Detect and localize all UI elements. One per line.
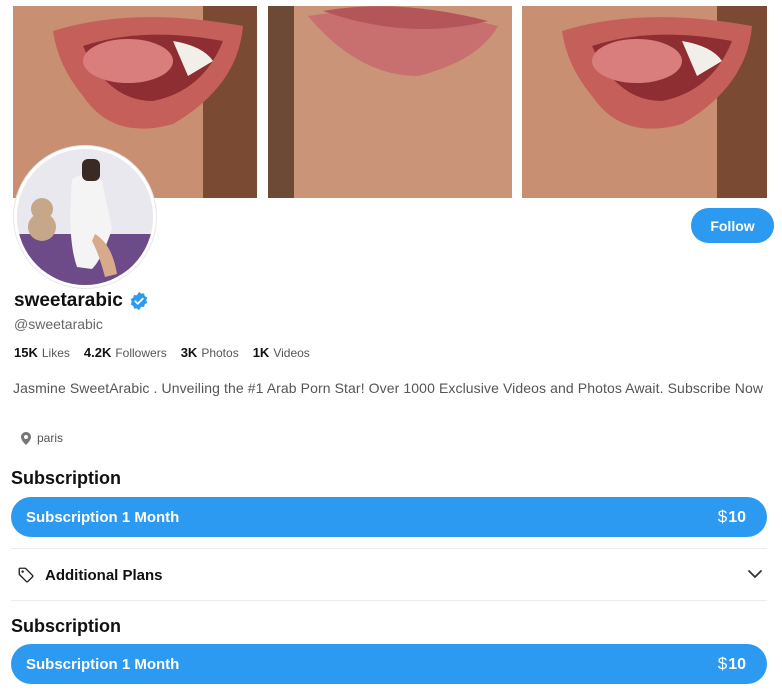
stat-likes: 15K Likes bbox=[14, 345, 70, 360]
additional-plans-toggle[interactable]: Additional Plans bbox=[11, 558, 767, 592]
profile-bio: Jasmine SweetArabic . Unveiling the #1 A… bbox=[13, 380, 764, 396]
subscription-price: $10 bbox=[717, 507, 746, 526]
location-label: paris bbox=[37, 431, 64, 445]
subscription-price: $10 bbox=[717, 654, 746, 673]
divider bbox=[11, 600, 767, 601]
stat-videos[interactable]: 1K Videos bbox=[253, 345, 310, 360]
stat-followers[interactable]: 4.2K Followers bbox=[84, 345, 167, 360]
subscription-label: Subscription 1 Month bbox=[26, 508, 180, 526]
divider bbox=[11, 548, 767, 549]
profile-location: paris bbox=[21, 431, 63, 445]
banner-photo-2[interactable] bbox=[268, 6, 512, 198]
follow-button[interactable]: Follow bbox=[691, 208, 774, 243]
stat-photos[interactable]: 3K Photos bbox=[181, 345, 239, 360]
banner-photo-3[interactable] bbox=[522, 6, 767, 198]
subscription-button[interactable]: Subscription 1 Month $10 bbox=[11, 497, 767, 537]
profile-handle: @sweetarabic bbox=[14, 316, 103, 332]
chevron-down-icon bbox=[748, 570, 762, 578]
additional-plans-label: Additional Plans bbox=[45, 566, 163, 584]
subscription-title: Subscription bbox=[11, 468, 122, 488]
avatar[interactable] bbox=[14, 146, 156, 288]
subscription-label: Subscription 1 Month bbox=[26, 655, 180, 673]
verified-badge-icon bbox=[130, 291, 148, 311]
subscription-title: Subscription bbox=[11, 616, 122, 636]
profile-name-row: sweetarabic bbox=[14, 290, 149, 312]
location-pin-icon bbox=[21, 431, 31, 445]
profile-stats: 15K Likes 4.2K Followers 3K Photos 1K Videos bbox=[14, 345, 324, 360]
profile-name: sweetarabic bbox=[14, 290, 123, 311]
subscription-button[interactable]: Subscription 1 Month $10 bbox=[11, 644, 767, 684]
tag-icon bbox=[18, 567, 34, 583]
